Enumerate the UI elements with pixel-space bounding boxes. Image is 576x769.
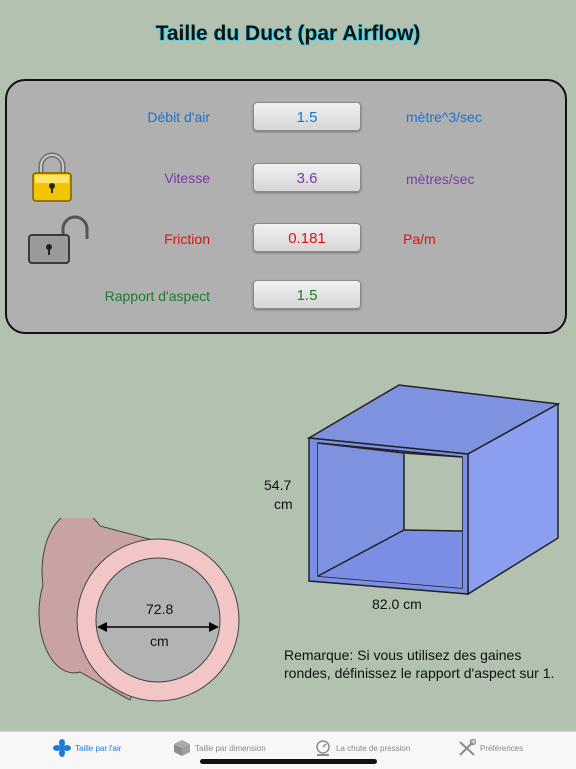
cube-icon: [174, 740, 190, 756]
friction-label: Friction: [164, 231, 210, 247]
rect-height-value: 54.7: [264, 477, 292, 493]
round-diameter-value: 72.8: [146, 601, 174, 617]
rect-height-unit: cm: [274, 496, 293, 512]
aspect-ratio-note: Remarque: Si vous utilisez des gaines ro…: [284, 647, 555, 681]
friction-unit: Pa/m: [403, 231, 436, 247]
airflow-field[interactable]: 1.5: [253, 102, 361, 131]
gauge-icon: [316, 740, 330, 756]
tab-size-by-dimension[interactable]: Taille par dimension: [173, 738, 266, 758]
round-duct-diagram: [38, 518, 240, 702]
tab-preferences[interactable]: Préférences: [458, 738, 523, 758]
airflow-unit: mètre^3/sec: [406, 109, 482, 125]
tab-pressure-drop[interactable]: La chute de pression: [314, 738, 410, 758]
tab-pressure-drop-label: La chute de pression: [336, 743, 411, 753]
round-diameter-unit: cm: [150, 633, 169, 649]
airflow-label: Débit d'air: [147, 109, 210, 125]
tab-size-by-air[interactable]: Taille par l'air: [53, 738, 121, 758]
friction-field[interactable]: 0.181: [253, 223, 361, 252]
rectangular-duct-diagram: [306, 384, 561, 596]
tools-icon: [459, 739, 476, 756]
page-title: Taille du Duct (par Airflow): [155, 22, 421, 45]
velocity-label: Vitesse: [164, 170, 210, 186]
rect-width-label: 82.0 cm: [372, 596, 422, 612]
aspect-ratio-field[interactable]: 1.5: [253, 280, 361, 309]
velocity-unit: mètres/sec: [406, 171, 475, 187]
home-indicator: [200, 759, 377, 764]
tab-size-by-air-label: Taille par l'air: [75, 743, 122, 753]
tab-preferences-label: Préférences: [480, 743, 524, 753]
fan-icon: [53, 739, 71, 757]
aspect-ratio-label: Rapport d'aspect: [104, 288, 210, 304]
velocity-field[interactable]: 3.6: [253, 163, 361, 192]
tab-size-by-dimension-label: Taille par dimension: [195, 743, 266, 753]
